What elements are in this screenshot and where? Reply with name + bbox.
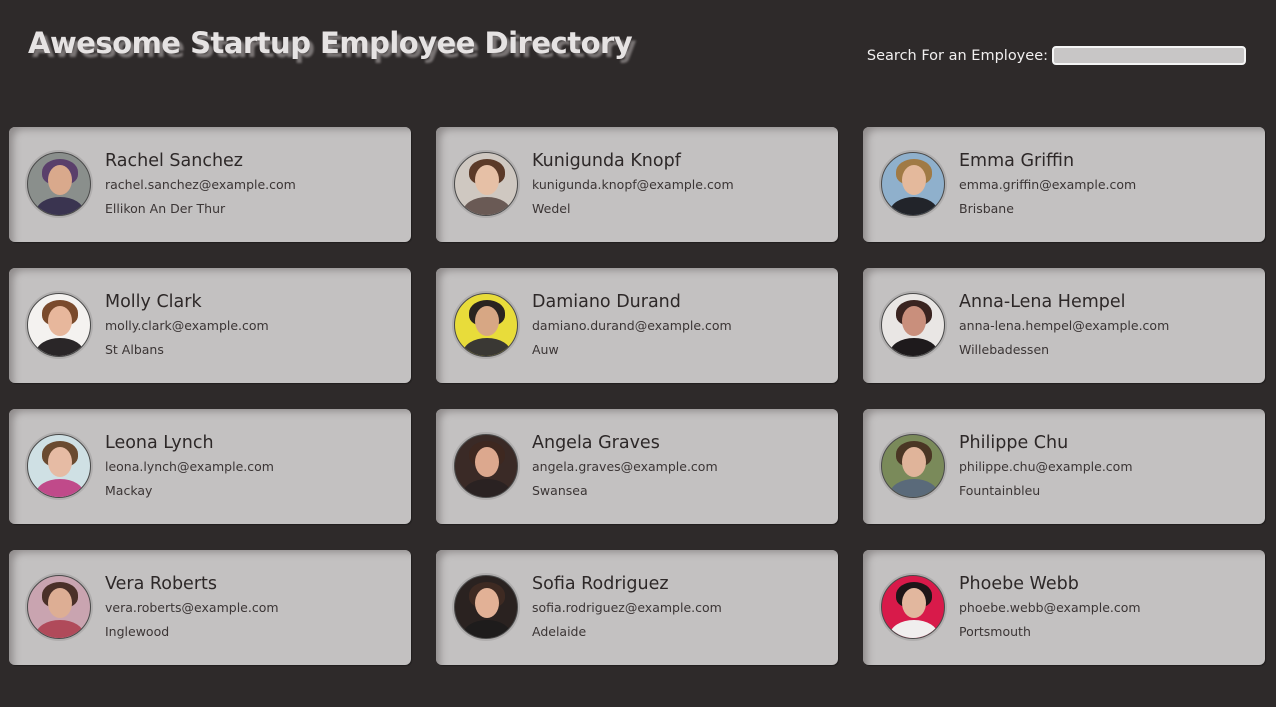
avatar [881, 434, 945, 498]
avatar [454, 575, 518, 639]
page-title: Awesome Startup Employee Directory [28, 26, 633, 60]
employee-city: Inglewood [105, 624, 170, 639]
employee-card[interactable]: Damiano Durand damiano.durand@example.co… [436, 268, 838, 383]
avatar [27, 434, 91, 498]
employee-name: Leona Lynch [105, 433, 214, 453]
employee-email: vera.roberts@example.com [105, 600, 279, 615]
avatar [454, 152, 518, 216]
employee-city: Ellikon An Der Thur [105, 201, 226, 216]
employee-city: Mackay [105, 483, 153, 498]
employee-email: rachel.sanchez@example.com [105, 177, 296, 192]
employee-city: Brisbane [959, 201, 1014, 216]
search-label: Search For an Employee: [866, 47, 1048, 64]
employee-card[interactable]: Rachel Sanchez rachel.sanchez@example.co… [9, 127, 411, 242]
search-bar: Search For an Employee: [867, 46, 1246, 65]
employee-name: Emma Griffin [959, 151, 1075, 171]
employee-email: molly.clark@example.com [105, 318, 269, 333]
avatar [27, 152, 91, 216]
employee-name: Damiano Durand [532, 292, 681, 312]
avatar [881, 152, 945, 216]
page-header: Awesome Startup Employee Directory Searc… [0, 0, 1276, 100]
employee-name: Sofia Rodriguez [532, 574, 669, 594]
employee-card[interactable]: Kunigunda Knopf kunigunda.knopf@example.… [436, 127, 838, 242]
employee-email: angela.graves@example.com [532, 459, 718, 474]
employee-card[interactable]: Philippe Chu philippe.chu@example.com Fo… [863, 409, 1265, 524]
employee-card[interactable]: Phoebe Webb phoebe.webb@example.com Port… [863, 550, 1265, 665]
employee-email: emma.griffin@example.com [959, 177, 1137, 192]
search-input[interactable] [1052, 46, 1246, 65]
avatar [454, 293, 518, 357]
employee-email: phoebe.webb@example.com [959, 600, 1141, 615]
employee-city: Wedel [532, 201, 571, 216]
employee-card[interactable]: Sofia Rodriguez sofia.rodriguez@example.… [436, 550, 838, 665]
employee-card[interactable]: Molly Clark molly.clark@example.com St A… [9, 268, 411, 383]
employee-name: Kunigunda Knopf [532, 151, 681, 171]
employee-card[interactable]: Angela Graves angela.graves@example.com … [436, 409, 838, 524]
employee-city: Adelaide [532, 624, 587, 639]
employee-city: Swansea [532, 483, 588, 498]
employee-card[interactable]: Vera Roberts vera.roberts@example.com In… [9, 550, 411, 665]
employee-email: philippe.chu@example.com [959, 459, 1133, 474]
employee-email: damiano.durand@example.com [532, 318, 732, 333]
avatar [881, 293, 945, 357]
avatar [454, 434, 518, 498]
employee-city: Auw [532, 342, 559, 357]
employee-email: sofia.rodriguez@example.com [532, 600, 722, 615]
employee-city: Portsmouth [959, 624, 1031, 639]
employee-email: leona.lynch@example.com [105, 459, 274, 474]
employee-card[interactable]: Leona Lynch leona.lynch@example.com Mack… [9, 409, 411, 524]
employee-name: Molly Clark [105, 292, 202, 312]
employee-card[interactable]: Emma Griffin emma.griffin@example.com Br… [863, 127, 1265, 242]
employee-name: Anna-Lena Hempel [959, 292, 1126, 312]
avatar [27, 575, 91, 639]
avatar [27, 293, 91, 357]
employee-email: kunigunda.knopf@example.com [532, 177, 734, 192]
employee-card[interactable]: Anna-Lena Hempel anna-lena.hempel@exampl… [863, 268, 1265, 383]
employee-name: Philippe Chu [959, 433, 1069, 453]
employee-city: St Albans [105, 342, 164, 357]
employee-name: Angela Graves [532, 433, 660, 453]
employee-name: Rachel Sanchez [105, 151, 243, 171]
employee-name: Vera Roberts [105, 574, 217, 594]
employee-name: Phoebe Webb [959, 574, 1079, 594]
employee-city: Willebadessen [959, 342, 1050, 357]
employee-city: Fountainbleu [959, 483, 1041, 498]
employee-email: anna-lena.hempel@example.com [959, 318, 1170, 333]
avatar [881, 575, 945, 639]
employee-grid: Rachel Sanchez rachel.sanchez@example.co… [9, 127, 1265, 665]
